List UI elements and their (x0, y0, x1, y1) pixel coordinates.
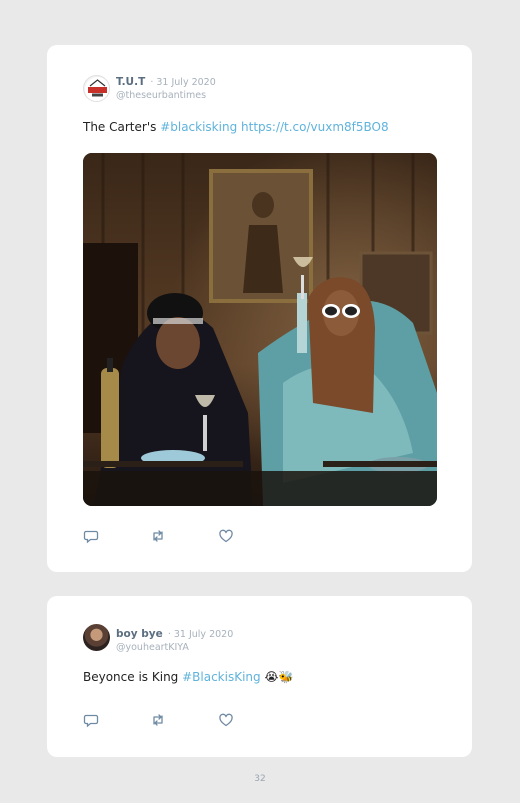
author-name[interactable]: T.U.T (116, 76, 145, 88)
avatar[interactable] (83, 624, 110, 651)
urban-times-logo (85, 77, 109, 101)
tweet-header: boy bye · 31 July 2020 @youheartKIYA (116, 626, 233, 654)
avatar[interactable] (83, 75, 110, 102)
tweet-card: T.U.T · 31 July 2020 @theseurbantimes Th… (47, 45, 472, 572)
url-link[interactable]: https://t.co/vuxm8f5BO8 (241, 120, 389, 134)
tweet-date[interactable]: · 31 July 2020 (168, 629, 233, 640)
tweet-text: The Carter's #blackisking https://t.co/v… (83, 120, 389, 134)
tweet-header: T.U.T · 31 July 2020 @theseurbantimes (116, 74, 216, 102)
tweet-card: boy bye · 31 July 2020 @youheartKIYA Bey… (47, 596, 472, 757)
retweet-icon[interactable] (150, 712, 166, 728)
tweet-text-body: Beyonce is King (83, 670, 183, 684)
emoji: 😭🐝 (264, 670, 294, 684)
author-handle[interactable]: @youheartKIYA (116, 642, 233, 654)
hashtag-link[interactable]: #BlackisKing (182, 670, 261, 684)
hashtag-link[interactable]: #blackisking (160, 120, 237, 134)
page-number: 32 (254, 774, 266, 784)
tweet-date[interactable]: · 31 July 2020 (150, 77, 215, 88)
reply-icon[interactable] (83, 528, 99, 544)
photo-icon (83, 153, 437, 506)
author-handle[interactable]: @theseurbantimes (116, 90, 216, 102)
author-name[interactable]: boy bye (116, 628, 163, 640)
retweet-icon[interactable] (150, 528, 166, 544)
heart-icon[interactable] (218, 712, 234, 728)
tweet-text-body: The Carter's (83, 120, 161, 134)
reply-icon[interactable] (83, 712, 99, 728)
tweet-text: Beyonce is King #BlackisKing 😭🐝 (83, 670, 293, 684)
tweet-photo[interactable] (83, 153, 437, 506)
heart-icon[interactable] (218, 528, 234, 544)
